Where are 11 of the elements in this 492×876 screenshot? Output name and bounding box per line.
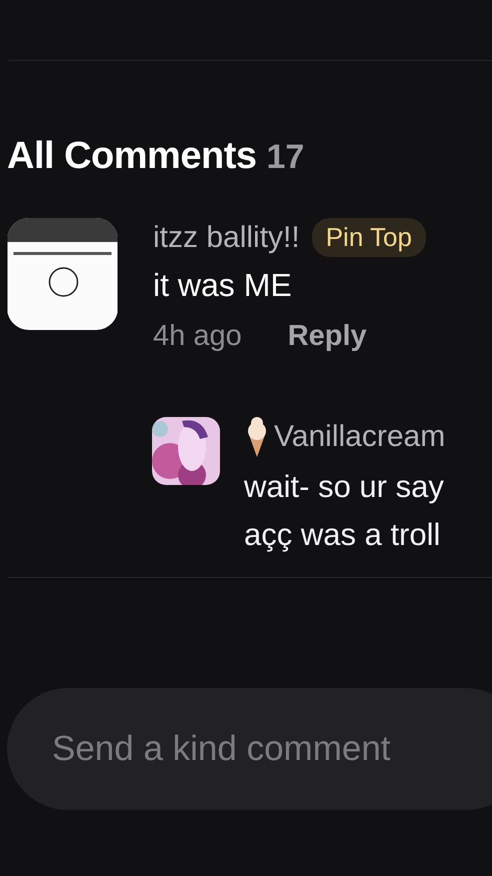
pin-badge: Pin Top: [312, 218, 426, 257]
comment-count: 17: [266, 138, 304, 177]
comment-field[interactable]: Send a kind comment: [7, 688, 492, 810]
reply-text: açç was a troll: [244, 517, 442, 553]
username[interactable]: Vanillacream: [274, 420, 446, 454]
timestamp: 4h ago: [153, 320, 242, 353]
section-title: All Comments: [7, 135, 256, 178]
comment-text: it was ME: [153, 267, 293, 304]
reply-button[interactable]: Reply: [288, 320, 367, 353]
username[interactable]: itzz ballity!!: [153, 220, 300, 254]
reply-text: wait- so ur say: [244, 469, 445, 505]
